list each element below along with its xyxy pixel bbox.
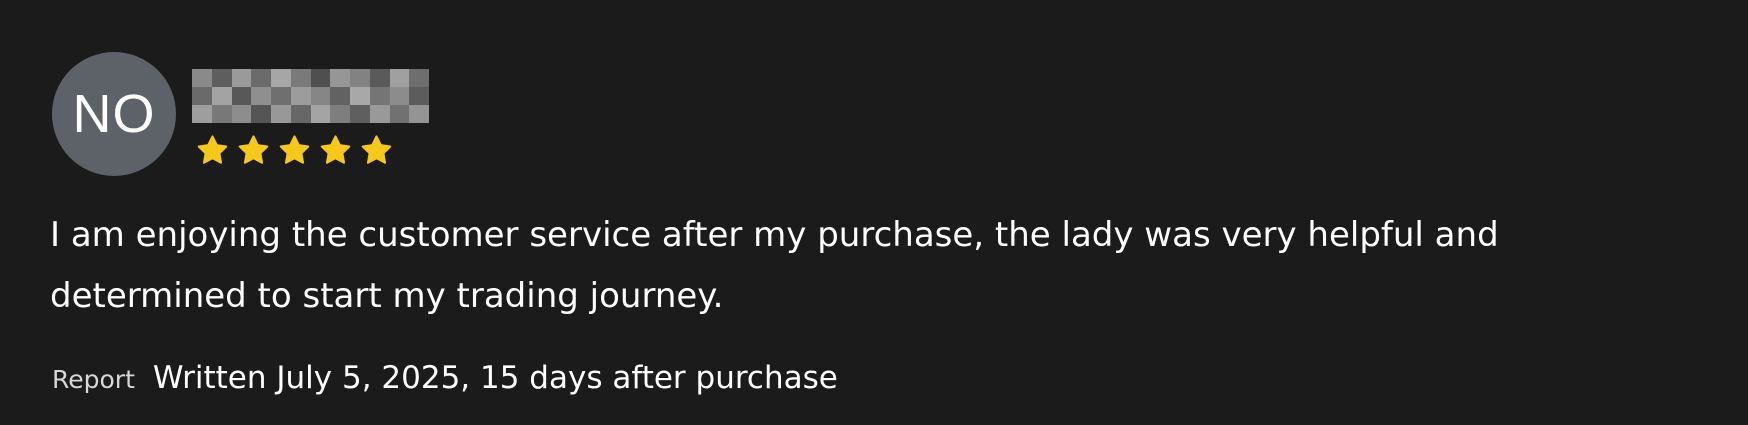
- redaction-pixel: [290, 87, 311, 105]
- redaction-pixel: [211, 105, 232, 123]
- redaction-pixel: [350, 87, 370, 105]
- avatar-initials: NO: [72, 84, 156, 144]
- redaction-pixel: [369, 69, 390, 87]
- redaction-pixel: [271, 69, 291, 87]
- redaction-pixel: [251, 69, 271, 87]
- review-body-line-2: determined to start my trading journey.: [50, 276, 724, 316]
- redaction-pixel: [389, 87, 410, 105]
- redaction-pixel: [290, 105, 311, 123]
- redaction-pixel: [310, 105, 331, 123]
- redaction-pixel: [211, 69, 232, 87]
- star-icon: [279, 135, 310, 164]
- redaction-pixel: [389, 105, 410, 123]
- redaction-pixel: [389, 69, 410, 87]
- redaction-pixel: [350, 105, 370, 123]
- redaction-pixel: [271, 87, 291, 105]
- review-body-line-1: I am enjoying the customer service after…: [50, 215, 1499, 255]
- review-body: I am enjoying the customer service after…: [50, 205, 1690, 327]
- review-card: NO I am enjoying the customer service af…: [0, 0, 1748, 425]
- redaction-pixel: [409, 69, 429, 87]
- redaction-pixel: [251, 87, 271, 105]
- redaction-pixel: [369, 105, 390, 123]
- redaction-pixel: [192, 105, 212, 123]
- avatar: NO: [52, 52, 176, 176]
- redaction-pixel: [231, 87, 252, 105]
- redaction-pixel: [290, 69, 311, 87]
- star-icon: [320, 135, 351, 164]
- redaction-pixel: [330, 87, 350, 105]
- redaction-pixel: [369, 87, 390, 105]
- reviewer-name-redacted: [192, 69, 429, 123]
- report-link[interactable]: Report: [52, 365, 135, 394]
- star-icon: [238, 135, 269, 164]
- star-icon: [361, 135, 392, 164]
- redaction-pixel: [330, 69, 350, 87]
- redaction-pixel: [192, 87, 212, 105]
- redaction-pixels: [192, 69, 429, 123]
- redaction-pixel: [192, 69, 212, 87]
- redaction-pixel: [271, 105, 291, 123]
- redaction-pixel: [409, 87, 429, 105]
- review-meta: Report Written July 5, 2025, 15 days aft…: [52, 360, 838, 396]
- redaction-pixel: [211, 87, 232, 105]
- written-date: Written July 5, 2025, 15 days after purc…: [152, 360, 838, 396]
- redaction-pixel: [350, 69, 370, 87]
- star-icon: [197, 135, 228, 164]
- redaction-pixel: [231, 69, 252, 87]
- star-rating: [196, 134, 393, 167]
- redaction-pixel: [231, 105, 252, 123]
- redaction-pixel: [409, 105, 429, 123]
- redaction-pixel: [251, 105, 271, 123]
- redaction-pixel: [310, 87, 331, 105]
- redaction-pixel: [310, 69, 331, 87]
- redaction-pixel: [330, 105, 350, 123]
